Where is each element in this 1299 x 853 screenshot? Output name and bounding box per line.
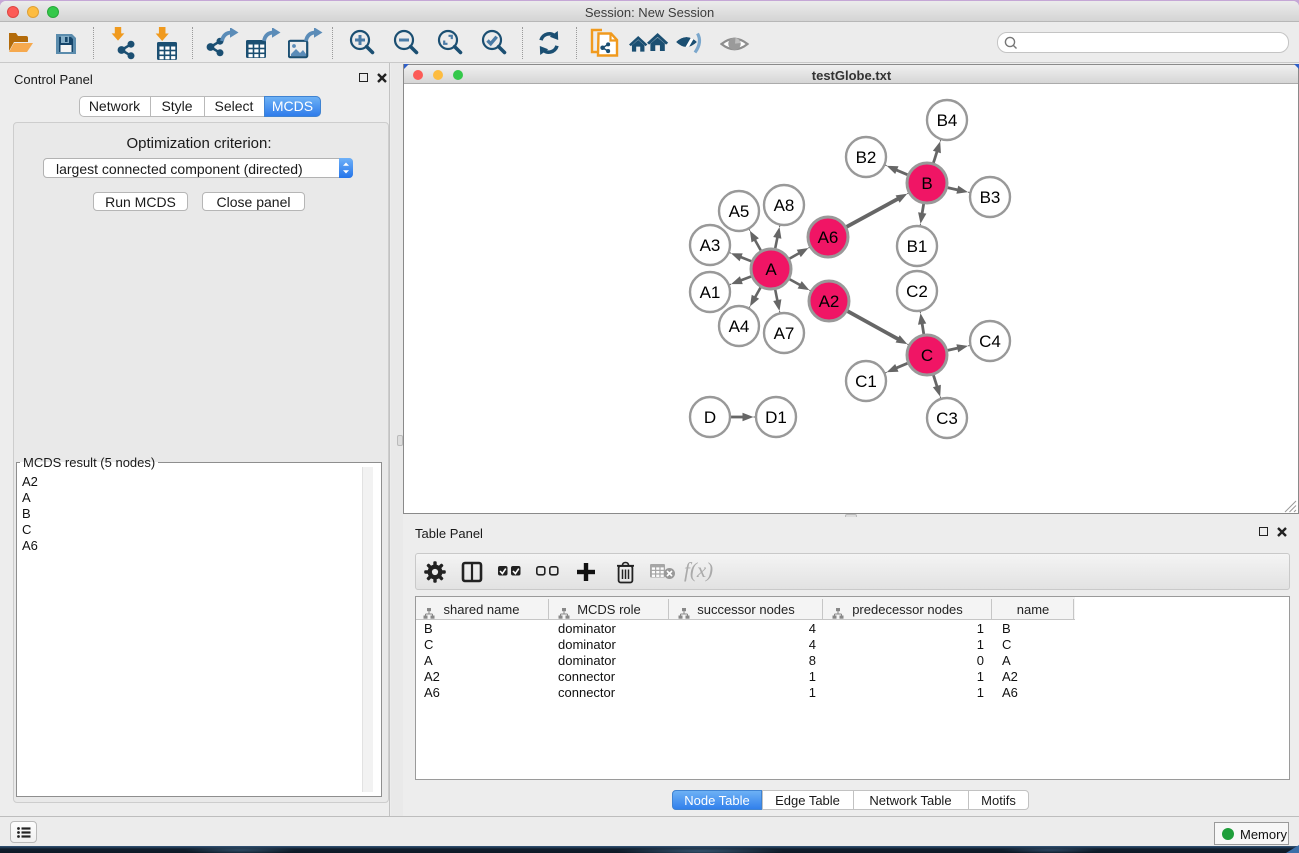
svg-text:C: C [921,346,933,365]
svg-text:B: B [921,174,932,193]
svg-text:A2: A2 [819,292,840,311]
svg-text:C1: C1 [855,372,877,391]
svg-text:A1: A1 [700,283,721,302]
svg-text:A3: A3 [700,236,721,255]
svg-text:C4: C4 [979,332,1001,351]
svg-text:A: A [765,260,777,279]
svg-text:B1: B1 [907,237,928,256]
svg-text:D: D [704,408,716,427]
svg-text:D1: D1 [765,408,787,427]
svg-text:B4: B4 [937,111,958,130]
svg-text:A4: A4 [729,317,750,336]
svg-text:A7: A7 [774,324,795,343]
svg-text:C2: C2 [906,282,928,301]
svg-text:C3: C3 [936,409,958,428]
svg-text:A5: A5 [729,202,750,221]
svg-text:A6: A6 [818,228,839,247]
svg-text:B2: B2 [856,148,877,167]
svg-text:A8: A8 [774,196,795,215]
svg-text:B3: B3 [980,188,1001,207]
